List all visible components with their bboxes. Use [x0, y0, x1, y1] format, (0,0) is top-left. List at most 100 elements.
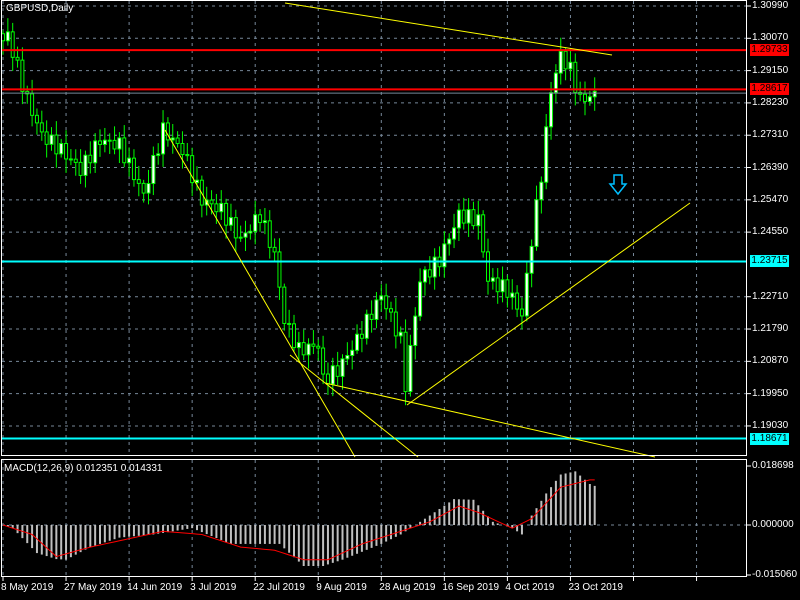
bear-candle [563, 50, 568, 70]
bear-candle [461, 209, 466, 224]
bear-candle [287, 322, 292, 325]
bear-candle [321, 347, 326, 375]
bull-candle [59, 143, 64, 155]
bull-candle [534, 199, 539, 247]
trendline[interactable] [164, 129, 356, 458]
bull-candle [355, 333, 360, 351]
bull-candle [452, 227, 457, 240]
bull-candle [243, 232, 248, 238]
bull-candle [238, 236, 243, 239]
price-tick-label: 1.28230 [752, 96, 789, 108]
price-level-tag: 1.18671 [750, 432, 789, 445]
bear-candle [515, 292, 520, 310]
trendline[interactable] [284, 2, 613, 56]
bear-candle [175, 137, 180, 145]
bull-candle [350, 349, 355, 357]
bear-candle [131, 157, 136, 181]
chart-canvas[interactable] [0, 0, 800, 600]
bull-candle [248, 230, 253, 234]
bull-candle [93, 140, 98, 164]
bull-candle [442, 243, 447, 268]
bull-candle [524, 272, 529, 317]
bear-candle [73, 158, 78, 163]
bear-candle [224, 202, 229, 226]
date-tick-label: 27 May 2019 [64, 582, 122, 593]
bear-candle [471, 209, 476, 227]
bull-candle [510, 292, 515, 298]
bear-candle [583, 93, 587, 102]
bear-candle [272, 246, 277, 253]
bull-candle [447, 238, 452, 245]
bull-candle [490, 277, 495, 282]
chart-title: GBPUSD,Daily [6, 3, 74, 14]
down-arrow-icon[interactable] [608, 174, 628, 196]
bull-candle [127, 157, 132, 164]
bull-candle [422, 269, 427, 283]
date-tick-label: 28 Aug 2019 [379, 582, 436, 593]
bear-candle [519, 308, 524, 317]
bear-candle [54, 134, 59, 155]
bull-candle [117, 137, 122, 150]
frames [1, 0, 747, 577]
price-tick-label: 1.19950 [752, 387, 789, 399]
bear-candle [427, 269, 432, 278]
bear-candle [20, 59, 25, 92]
bull-candle [161, 122, 166, 155]
bear-candle [122, 137, 127, 164]
bull-candle [5, 31, 10, 42]
bear-candle [573, 61, 578, 93]
bear-candle [88, 154, 93, 164]
bull-candle [262, 220, 267, 224]
bull-candle [49, 134, 54, 145]
bull-candle [195, 179, 199, 184]
macd-panel [2, 465, 751, 576]
bear-candle [185, 154, 190, 157]
bull-candle [413, 315, 418, 346]
bull-candle [408, 344, 413, 393]
bull-candle [146, 183, 151, 194]
bear-candle [209, 199, 214, 205]
bear-candle [277, 251, 282, 288]
bear-candle [325, 373, 330, 385]
bull-candle [544, 126, 549, 183]
bull-candle [587, 96, 592, 102]
trendline[interactable] [289, 354, 419, 458]
bear-candle [393, 311, 398, 337]
bear-candle [78, 161, 83, 176]
price-levels[interactable] [2, 49, 746, 440]
bear-candle [64, 143, 69, 160]
bull-candle [374, 299, 379, 320]
bear-candle [44, 131, 49, 145]
bull-candle [364, 313, 369, 339]
bear-candle [505, 279, 510, 298]
bull-candle [558, 50, 563, 74]
bull-candle [418, 281, 423, 317]
macd-tick-label: -0.015060 [752, 569, 798, 580]
bear-candle [141, 182, 146, 194]
bull-candle [549, 92, 554, 128]
bear-candle [267, 220, 272, 248]
price-tick-label: 1.22710 [752, 290, 789, 302]
price-tick-label: 1.27310 [752, 129, 789, 141]
date-tick-label: 4 Oct 2019 [505, 582, 555, 593]
bear-candle [214, 203, 219, 213]
date-tick-label: 22 Jul 2019 [253, 582, 305, 593]
date-tick-label: 23 Oct 2019 [568, 582, 623, 593]
date-tick-label: 8 May 2019 [1, 582, 54, 593]
bull-candle [432, 256, 437, 278]
bear-candle [335, 365, 340, 377]
price-tick-label: 1.24550 [752, 226, 789, 238]
bear-candle [68, 158, 73, 161]
bear-candle [311, 343, 316, 347]
bull-candle [219, 202, 224, 213]
bear-candle [292, 323, 296, 349]
bear-candle [389, 308, 393, 313]
macd-tick-label: 0.018698 [752, 460, 794, 471]
bear-candle [39, 122, 44, 133]
bear-candle [258, 214, 263, 224]
bear-candle [359, 333, 364, 339]
price-level-tag: 1.23715 [750, 255, 789, 268]
price-tick-label: 1.20870 [752, 355, 789, 367]
grid [2, 1, 751, 581]
date-tick-label: 14 Jun 2019 [127, 582, 183, 593]
